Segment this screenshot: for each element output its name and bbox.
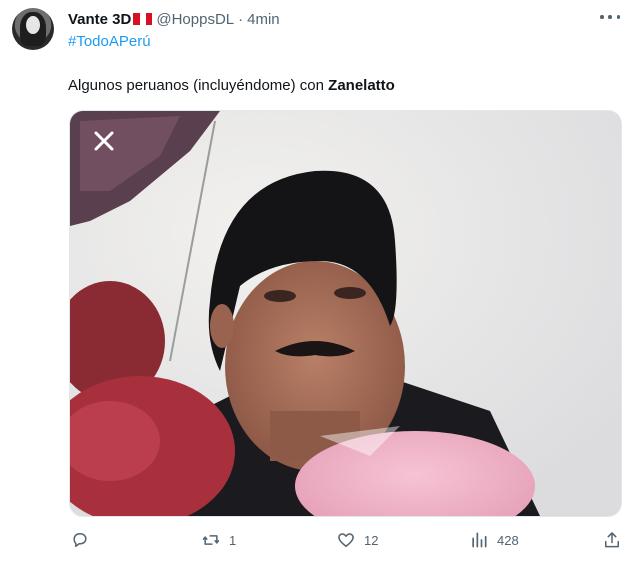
like-button[interactable]: 12	[336, 527, 378, 553]
heart-icon	[338, 533, 354, 547]
peru-flag-icon	[133, 13, 153, 25]
views-count: 428	[497, 532, 519, 548]
action-bar: 1 12 428	[0, 527, 640, 553]
author-handle[interactable]: @HoppsDL	[156, 11, 234, 28]
avatar[interactable]	[12, 8, 54, 50]
hashtag-link[interactable]: #TodoAPerú	[68, 33, 151, 50]
tweet[interactable]: Vante 3D @HoppsDL · 4min #TodoAPerú Algu…	[0, 0, 640, 563]
views-button[interactable]: 428	[469, 527, 519, 553]
tweet-media-gif[interactable]	[69, 110, 622, 517]
retweet-count: 1	[229, 532, 237, 548]
more-options-icon[interactable]	[600, 12, 620, 22]
retweet-button[interactable]: 1	[201, 527, 236, 553]
timestamp[interactable]: 4min	[247, 11, 280, 28]
tweet-text: Algunos peruanos (incluyéndome) con Zane…	[68, 77, 395, 94]
tweet-text-prefix: Algunos peruanos (incluyéndome) con	[68, 77, 329, 94]
reply-button[interactable]	[70, 527, 90, 553]
share-button[interactable]	[602, 527, 622, 553]
views-icon	[472, 532, 487, 548]
separator: ·	[238, 10, 244, 28]
tweet-text-bold: Zanelatto	[328, 77, 395, 94]
author-name[interactable]: Vante 3D	[68, 11, 131, 28]
close-icon[interactable]	[92, 129, 116, 153]
like-count: 12	[364, 532, 379, 548]
reply-icon	[73, 533, 87, 547]
share-icon	[605, 532, 619, 548]
retweet-icon	[202, 535, 220, 545]
tweet-header: Vante 3D @HoppsDL · 4min	[68, 9, 280, 29]
meme-image	[70, 111, 621, 516]
